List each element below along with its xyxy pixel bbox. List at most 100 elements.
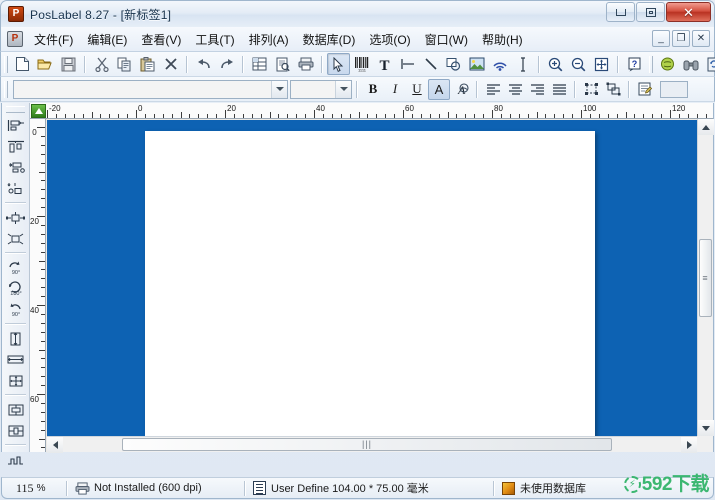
menu-file[interactable]: 文件(F) — [27, 28, 80, 51]
binoculars-button[interactable] — [679, 53, 702, 75]
same-width-button[interactable] — [4, 349, 28, 370]
font-size-combo[interactable] — [290, 79, 352, 99]
label-page[interactable] — [145, 131, 595, 436]
chevron-down-icon[interactable] — [335, 80, 351, 98]
image-button[interactable] — [465, 53, 488, 75]
color-swatch[interactable] — [660, 80, 688, 98]
menu-edit[interactable]: 编辑(E) — [80, 28, 134, 51]
measure-button[interactable] — [511, 53, 534, 75]
scroll-left-button[interactable] — [47, 437, 63, 453]
delete-button[interactable] — [159, 53, 182, 75]
refresh-page-button[interactable] — [702, 53, 715, 75]
minimize-button[interactable] — [606, 2, 635, 22]
align-center-button[interactable] — [504, 79, 526, 100]
toolbar-grip[interactable] — [649, 55, 653, 73]
align-bottom-edge-button[interactable] — [4, 178, 28, 199]
toolbar-grip[interactable] — [6, 106, 25, 113]
menu-tools[interactable]: 工具(T) — [188, 28, 241, 51]
redo-button[interactable] — [215, 53, 238, 75]
maximize-button[interactable] — [636, 2, 665, 22]
zoom-out-button[interactable] — [567, 53, 590, 75]
page-setup-button[interactable] — [248, 53, 271, 75]
print-button[interactable] — [294, 53, 317, 75]
align-right-button[interactable] — [526, 79, 548, 100]
mdi-minimize-button[interactable]: _ — [652, 30, 670, 47]
align-top-edge-button[interactable] — [4, 136, 28, 157]
chevron-down-icon[interactable] — [271, 80, 287, 98]
horizontal-line-button[interactable] — [396, 53, 419, 75]
copy-button[interactable] — [113, 53, 136, 75]
same-height-button[interactable] — [4, 328, 28, 349]
close-button[interactable]: ✕ — [666, 2, 711, 22]
zoom-status[interactable]: 115 % — [2, 479, 64, 497]
mdi-restore-button[interactable]: ❐ — [672, 30, 690, 47]
diagonal-line-button[interactable] — [419, 53, 442, 75]
menu-options[interactable]: 选项(O) — [362, 28, 417, 51]
barcode-button[interactable]: 1111 — [350, 53, 373, 75]
vertical-scrollbar[interactable]: ≡ — [697, 119, 714, 436]
printer-status[interactable]: Not Installed (600 dpi) — [70, 479, 242, 497]
align-left-button[interactable] — [482, 79, 504, 100]
toolbar-grip[interactable] — [4, 80, 8, 98]
print-preview-button[interactable] — [271, 53, 294, 75]
zoom-in-button[interactable] — [544, 53, 567, 75]
distribute-vertical-button[interactable] — [4, 228, 28, 249]
text-color-button[interactable]: A — [428, 78, 450, 100]
page-size-status[interactable]: User Define 104.00 * 75.00 毫米 — [248, 479, 491, 497]
select-arrow-button[interactable] — [327, 53, 350, 75]
status-divider — [244, 480, 246, 496]
horizontal-scrollbar[interactable]: ||| — [47, 436, 697, 453]
undo-button[interactable] — [192, 53, 215, 75]
group-button[interactable] — [580, 79, 602, 100]
same-size-button[interactable] — [4, 370, 28, 391]
vertical-ruler[interactable]: 0 20 40 60 — [30, 119, 46, 452]
rotate-180-button[interactable]: 180° — [4, 278, 28, 299]
new-document-button[interactable] — [11, 53, 34, 75]
menu-view[interactable]: 查看(V) — [134, 28, 188, 51]
text-tool-button[interactable]: T — [373, 53, 396, 75]
menu-window[interactable]: 窗口(W) — [418, 28, 475, 51]
menu-help[interactable]: 帮助(H) — [475, 28, 530, 51]
menu-arrange[interactable]: 排列(A) — [242, 28, 296, 51]
center-horizontal-button[interactable] — [4, 420, 28, 441]
save-button[interactable] — [57, 53, 80, 75]
distribute-horizontal-button[interactable] — [4, 207, 28, 228]
rfid-button[interactable] — [488, 53, 511, 75]
properties-button[interactable] — [634, 79, 656, 100]
fit-page-button[interactable] — [590, 53, 613, 75]
cut-button[interactable] — [90, 53, 113, 75]
design-canvas[interactable] — [47, 120, 697, 436]
horizontal-ruler[interactable]: -20 0 20 40 60 80 100 120 — [30, 103, 713, 119]
open-folder-button[interactable] — [34, 53, 57, 75]
help-button[interactable]: ? — [623, 53, 646, 75]
lock-objects-button[interactable] — [4, 449, 28, 470]
ruler-minor-tick — [474, 114, 476, 118]
resize-grip[interactable] — [697, 436, 713, 452]
toolbar-grip[interactable] — [4, 55, 8, 73]
horizontal-scroll-thumb[interactable]: ||| — [122, 438, 612, 451]
align-right-edge-button[interactable] — [4, 157, 28, 178]
font-effects-button[interactable]: A — [450, 79, 472, 100]
paste-button[interactable] — [136, 53, 159, 75]
menu-database[interactable]: 数据库(D) — [296, 28, 363, 51]
rotate-90-button[interactable]: 90° — [4, 257, 28, 278]
align-left-edge-button[interactable] — [4, 115, 28, 136]
shape-button[interactable] — [442, 53, 465, 75]
ruler-origin-button[interactable] — [31, 104, 46, 118]
bold-button[interactable]: B — [362, 79, 384, 100]
rotate-270-button[interactable]: 90° — [4, 299, 28, 320]
vertical-scroll-thumb[interactable]: ≡ — [699, 239, 712, 317]
scroll-right-button[interactable] — [681, 437, 697, 453]
ungroup-button[interactable] — [602, 79, 624, 100]
mdi-close-button[interactable]: ✕ — [692, 30, 710, 47]
package-button[interactable] — [656, 53, 679, 75]
database-status[interactable]: 未使用数据库 — [497, 479, 713, 497]
align-justify-button[interactable] — [548, 79, 570, 100]
scroll-up-button[interactable] — [698, 119, 714, 135]
scroll-down-button[interactable] — [698, 420, 714, 436]
center-vertical-button[interactable] — [4, 399, 28, 420]
ruler-minor-tick — [687, 114, 689, 118]
italic-button[interactable]: I — [384, 79, 406, 100]
font-name-combo[interactable] — [13, 79, 288, 99]
underline-button[interactable]: U — [406, 79, 428, 100]
